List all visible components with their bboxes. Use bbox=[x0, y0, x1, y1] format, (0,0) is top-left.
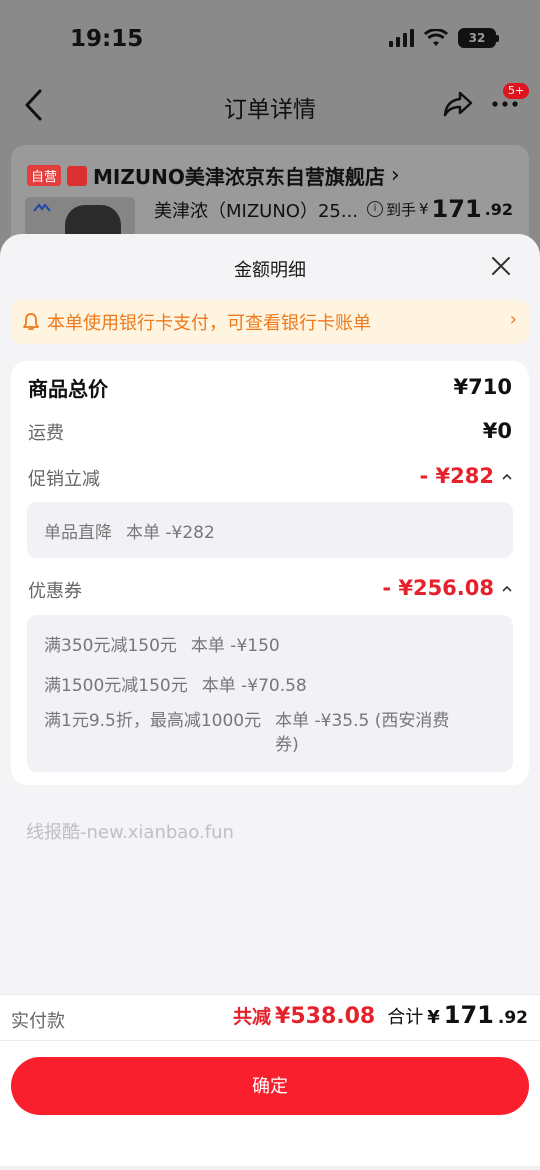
coupon-item-name: 满350元减150元 bbox=[44, 636, 177, 656]
notice-text: 本单使用银行卡支付，可查看银行卡账单 bbox=[47, 313, 371, 334]
coupon-detail-box: 满350元减150元 本单 -¥150 满1500元减150元 本单 -¥70.58… bbox=[27, 615, 513, 772]
promo-item-amount: 本单 -¥282 bbox=[126, 523, 215, 543]
home-indicator bbox=[0, 1166, 540, 1170]
divider bbox=[0, 1040, 540, 1041]
wifi-icon bbox=[424, 29, 448, 46]
bell-icon bbox=[23, 313, 39, 330]
price-prefix: 到手 bbox=[385, 200, 416, 219]
amount-detail-sheet: 金额明细 本单使用银行卡支付，可查看银行卡账单 › 商品总价 ¥710 运费 ¥… bbox=[0, 234, 540, 1170]
status-icons: 32 bbox=[389, 28, 499, 48]
coupon-item-name: 满1500元减150元 bbox=[44, 676, 188, 696]
coupon-item: 满1500元减150元 本单 -¥70.58 bbox=[44, 671, 307, 696]
total-decimal: .92 bbox=[497, 1008, 528, 1028]
self-operated-tag: 自营 bbox=[27, 165, 62, 186]
goods-total-value: ¥710 bbox=[453, 375, 512, 399]
total-label: 合计 bbox=[387, 1007, 424, 1028]
total-integer: 171 bbox=[443, 1001, 494, 1029]
promo-item-name: 单品直降 bbox=[44, 523, 112, 543]
coupon-toggle[interactable]: - ¥256.08 bbox=[382, 576, 512, 600]
battery-level: 32 bbox=[468, 31, 486, 45]
sheet-title: 金额明细 bbox=[234, 260, 306, 281]
price-symbol: ¥ bbox=[419, 200, 429, 218]
coupon-item-amount: 本单 -¥35.5 (西安消费券) bbox=[275, 711, 450, 755]
nav-bar: 订单详情 5+ bbox=[0, 80, 540, 132]
more-badge: 5+ bbox=[503, 83, 530, 99]
caret-up-icon bbox=[502, 473, 512, 480]
discount-label: 共减 bbox=[233, 1006, 272, 1028]
promo-item: 单品直降 本单 -¥282 bbox=[44, 518, 215, 543]
promo-detail-box: 单品直降 本单 -¥282 bbox=[27, 502, 513, 558]
status-time: 19:15 bbox=[70, 26, 144, 52]
shipping-label: 运费 bbox=[28, 423, 64, 444]
product-price: i 到手 ¥ 171 .92 bbox=[366, 195, 513, 223]
signal-icon bbox=[389, 29, 414, 47]
coupon-label: 优惠券 bbox=[28, 581, 82, 602]
total-symbol: ¥ bbox=[427, 1007, 440, 1028]
battery-icon: 32 bbox=[458, 28, 499, 48]
chevron-right-icon: › bbox=[509, 309, 517, 330]
payment-footer: 实付款 共减 ¥538.08 合计 ¥ 171 .92 确定 bbox=[0, 994, 540, 1170]
info-icon[interactable]: i bbox=[366, 201, 383, 217]
store-logo-icon bbox=[67, 165, 88, 186]
product-name: 美津浓（MIZUNO）25... bbox=[154, 201, 359, 222]
coupon-item-name: 满1元9.5折，最高减1000元 bbox=[44, 711, 262, 731]
coupon-item: 满1元9.5折，最高减1000元 本单 -¥35.5 (西安消费券) bbox=[44, 709, 463, 757]
pay-label: 实付款 bbox=[11, 1011, 65, 1032]
chevron-right-icon: › bbox=[390, 163, 400, 188]
pay-summary: 共减 ¥538.08 合计 ¥ 171 .92 bbox=[233, 1001, 528, 1029]
coupon-value: - ¥256.08 bbox=[382, 576, 494, 600]
coupon-item-amount: 本单 -¥150 bbox=[190, 636, 280, 656]
caret-up-icon bbox=[502, 585, 512, 592]
close-icon[interactable] bbox=[490, 255, 512, 277]
discount-amount: ¥538.08 bbox=[275, 1004, 376, 1029]
promo-value: - ¥282 bbox=[419, 464, 494, 488]
promo-toggle[interactable]: - ¥282 bbox=[420, 464, 512, 488]
watermark: 线报酷-new.xianbao.fun bbox=[26, 822, 234, 843]
shipping-value: ¥0 bbox=[482, 419, 512, 443]
price-integer: 171 bbox=[431, 195, 482, 223]
price-decimal: .92 bbox=[484, 199, 513, 219]
share-icon[interactable] bbox=[442, 90, 474, 118]
bank-card-notice[interactable]: 本单使用银行卡支付，可查看银行卡账单 › bbox=[11, 300, 529, 344]
amount-detail-card: 商品总价 ¥710 运费 ¥0 促销立减 - ¥282 单品直降 本单 -¥282… bbox=[11, 361, 529, 785]
brand-logo-icon bbox=[33, 203, 51, 212]
coupon-item-amount: 本单 -¥70.58 bbox=[201, 676, 307, 696]
coupon-item: 满350元减150元 本单 -¥150 bbox=[44, 631, 280, 656]
status-bar: 19:15 32 bbox=[0, 0, 540, 80]
store-name: MIZUNO美津浓京东自营旗舰店 bbox=[93, 165, 385, 189]
store-row[interactable]: 自营 MIZUNO美津浓京东自营旗舰店 › bbox=[27, 161, 400, 190]
confirm-button[interactable]: 确定 bbox=[11, 1057, 529, 1115]
goods-total-label: 商品总价 bbox=[28, 377, 108, 401]
promo-label: 促销立减 bbox=[28, 469, 100, 490]
